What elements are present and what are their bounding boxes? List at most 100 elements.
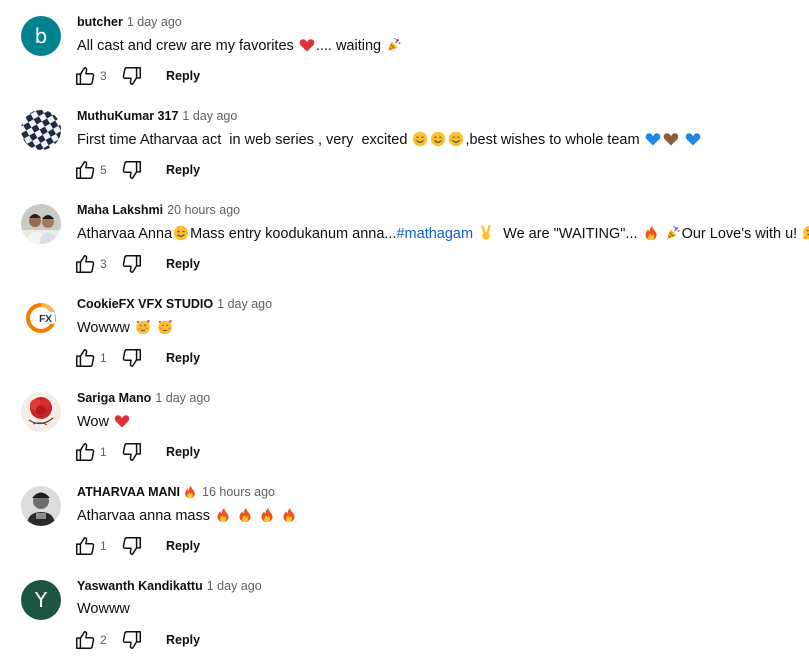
- thumbs-up-icon: [76, 537, 95, 555]
- heart-emoji: [299, 37, 315, 53]
- like-button[interactable]: [73, 346, 97, 370]
- fire-emoji: [215, 507, 231, 523]
- reply-button[interactable]: Reply: [166, 633, 200, 647]
- comment-thread: b butcher 1 day ago All cast and crew are…: [0, 0, 809, 94]
- like-count: 2: [100, 633, 107, 647]
- author-name[interactable]: MuthuKumar 317: [77, 109, 178, 123]
- dislike-button[interactable]: [120, 64, 144, 88]
- reply-button[interactable]: Reply: [166, 163, 200, 177]
- dislike-button[interactable]: [120, 158, 144, 182]
- thumbs-up-icon: [76, 349, 95, 367]
- avatar[interactable]: [21, 110, 61, 150]
- thumbs-down-icon: [122, 161, 141, 179]
- comment-actions: 1 Reply: [73, 534, 200, 558]
- like-count: 3: [100, 69, 107, 83]
- thumbs-down-icon: [122, 349, 141, 367]
- avatar-letter: b: [34, 24, 48, 48]
- party-emoji: [386, 37, 402, 53]
- comment-text-segment: [254, 508, 258, 524]
- comment-text-segment: Atharvaa anna mass: [77, 508, 215, 524]
- avatar[interactable]: FX: [21, 298, 61, 338]
- fire-emoji: [259, 507, 275, 523]
- comment-text-segment: Wowww: [77, 601, 130, 617]
- comment-header: butcher 1 day ago: [77, 15, 182, 29]
- dislike-button[interactable]: [120, 534, 144, 558]
- photo-avatar-image: [21, 204, 61, 244]
- dislike-button[interactable]: [120, 440, 144, 464]
- rose-avatar-image: [21, 392, 61, 432]
- comment-actions: 5 Reply: [73, 158, 200, 182]
- avatar[interactable]: [21, 392, 61, 432]
- thumbs-down-icon: [122, 255, 141, 273]
- author-name[interactable]: Sariga Mano: [77, 391, 151, 405]
- comment-actions: 3 Reply: [73, 64, 200, 88]
- like-button[interactable]: [73, 252, 97, 276]
- reply-button[interactable]: Reply: [166, 539, 200, 553]
- thumbs-down-icon: [122, 443, 141, 461]
- thumbs-up-icon: [76, 161, 95, 179]
- comment-thread: MuthuKumar 317 1 day ago First time Athar…: [0, 94, 809, 188]
- comment-header: ATHARVAA MANI 16 hours ago: [77, 485, 275, 499]
- hashtag-link[interactable]: #mathagam: [396, 226, 473, 242]
- comment-text-segment: All cast and crew are my favorites: [77, 38, 298, 54]
- comment-text-segment: [680, 132, 684, 148]
- comment-text-segment: [152, 320, 156, 336]
- author-name[interactable]: CookieFX VFX STUDIO: [77, 297, 213, 311]
- avatar[interactable]: b: [21, 16, 61, 56]
- timestamp[interactable]: 1 day ago: [182, 109, 237, 123]
- comment-thread: FX CookieFX VFX STUDIO 1 day ago Wowww 1 …: [0, 282, 809, 376]
- timestamp[interactable]: 1 day ago: [217, 297, 272, 311]
- author-name[interactable]: Yaswanth Kandikattu: [77, 579, 203, 593]
- thumbs-down-icon: [122, 537, 141, 555]
- love-face-emoji: [157, 319, 173, 335]
- comment-text: Atharvaa anna mass: [77, 507, 298, 524]
- reply-button[interactable]: Reply: [166, 351, 200, 365]
- comment-text: Wow: [77, 413, 131, 430]
- thumbs-up-icon: [76, 67, 95, 85]
- avatar-logo-text: FX: [39, 314, 52, 325]
- like-button[interactable]: [73, 440, 97, 464]
- comment-text-segment: Mass entry koodukanum anna...: [190, 226, 397, 242]
- comment-text: Wowww: [77, 319, 174, 336]
- reply-button[interactable]: Reply: [166, 257, 200, 271]
- like-button[interactable]: [73, 64, 97, 88]
- like-button[interactable]: [73, 534, 97, 558]
- heart-emoji: [114, 413, 130, 429]
- reply-button[interactable]: Reply: [166, 445, 200, 459]
- timestamp[interactable]: 1 day ago: [127, 15, 182, 29]
- comment-text-segment: Wow: [77, 414, 113, 430]
- cookiefx-logo: FX: [21, 298, 61, 338]
- timestamp[interactable]: 20 hours ago: [167, 203, 240, 217]
- comment-thread: Sariga Mano 1 day ago Wow 1 Reply: [0, 376, 809, 470]
- fire-emoji: [643, 225, 659, 241]
- dislike-button[interactable]: [120, 628, 144, 652]
- blue-heart-emoji: [645, 131, 661, 147]
- reply-button[interactable]: Reply: [166, 69, 200, 83]
- comment-text: All cast and crew are my favorites .... …: [77, 37, 403, 54]
- like-button[interactable]: [73, 158, 97, 182]
- thumbs-down-icon: [122, 67, 141, 85]
- like-count: 5: [100, 163, 107, 177]
- comment-text-segment: ,best wishes to whole team: [465, 132, 644, 148]
- comment-thread: Y Yaswanth Kandikattu 1 day ago Wowww 2 R…: [0, 564, 809, 657]
- timestamp[interactable]: 1 day ago: [207, 579, 262, 593]
- portrait-avatar-image: [21, 486, 61, 526]
- author-name[interactable]: ATHARVAA MANI: [77, 485, 180, 499]
- avatar[interactable]: [21, 204, 61, 244]
- fire-emoji: [183, 485, 197, 499]
- like-button[interactable]: [73, 628, 97, 652]
- smile-emoji: [430, 131, 446, 147]
- dislike-button[interactable]: [120, 346, 144, 370]
- author-name[interactable]: Maha Lakshmi: [77, 203, 163, 217]
- timestamp[interactable]: 1 day ago: [155, 391, 210, 405]
- thumbs-up-icon: [76, 631, 95, 649]
- party-emoji: [665, 225, 681, 241]
- dislike-button[interactable]: [120, 252, 144, 276]
- avatar[interactable]: [21, 486, 61, 526]
- comment-actions: 1 Reply: [73, 346, 200, 370]
- avatar[interactable]: Y: [21, 580, 61, 620]
- smile-emoji: [412, 131, 428, 147]
- comment-text: Atharvaa Anna Mass entry koodukanum anna.…: [77, 225, 809, 242]
- author-name[interactable]: butcher: [77, 15, 123, 29]
- timestamp[interactable]: 16 hours ago: [202, 485, 275, 499]
